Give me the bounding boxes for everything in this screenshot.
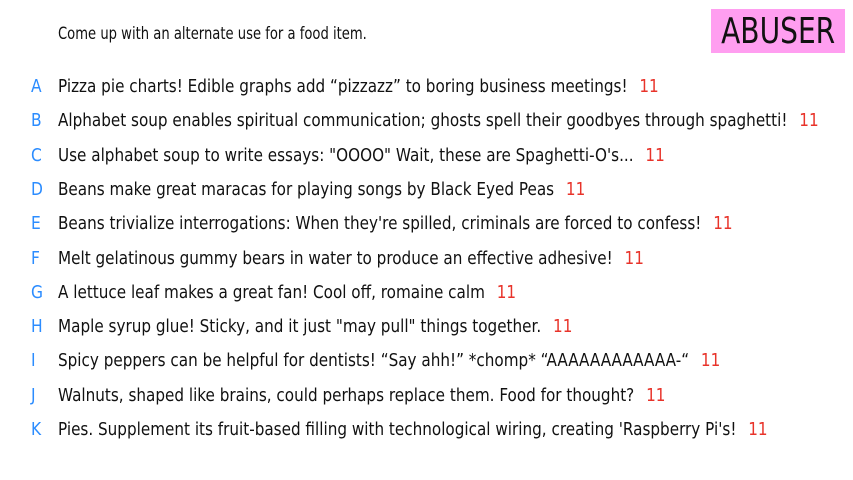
answer-text: Melt gelatinous gummy bears in water to … (58, 247, 613, 269)
answer-letter: G (31, 281, 43, 303)
answer-row-f: F Melt gelatinous gummy bears in water t… (0, 242, 853, 272)
answer-score: 11 (700, 350, 721, 372)
answer-row-k: K Pies. Supplement its fruit-based filli… (0, 413, 853, 443)
answer-letter: D (31, 178, 43, 200)
answer-row-e: E Beans trivialize interrogations: When … (0, 207, 853, 237)
answer-score: 11 (713, 213, 733, 235)
answer-letter: C (31, 144, 42, 166)
answer-score: 11 (639, 76, 659, 97)
answer-text: Alphabet soup enables spiritual communic… (58, 110, 788, 132)
answer-row-g: G A lettuce leaf makes a great fan! Cool… (0, 276, 853, 306)
prompt-text: Come up with an alternate use for a food… (58, 24, 367, 44)
badge-label: ABUSER (720, 10, 836, 52)
answer-row-i: I Spicy peppers can be helpful for denti… (0, 344, 853, 374)
answer-letter: H (31, 316, 43, 338)
answer-score: 11 (646, 384, 666, 406)
answer-text: Pizza pie charts! Edible graphs add “piz… (58, 76, 628, 97)
answer-text: Spicy peppers can be helpful for dentist… (58, 350, 690, 372)
answer-text: Maple syrup glue! Sticky, and it just "m… (58, 316, 542, 338)
answer-score: 11 (624, 247, 644, 269)
answer-score: 11 (496, 281, 517, 303)
answer-score: 11 (645, 144, 665, 166)
answer-letter: K (31, 419, 42, 440)
answer-score: 11 (565, 178, 586, 200)
answer-letter: F (31, 247, 40, 269)
answer-text: Beans trivialize interrogations: When th… (58, 213, 702, 235)
answer-letter: A (31, 76, 42, 97)
answer-text: A lettuce leaf makes a great fan! Cool o… (58, 281, 485, 303)
answer-score: 11 (553, 316, 573, 338)
answer-score: 11 (799, 110, 819, 132)
answer-text: Walnuts, shaped like brains, could perha… (58, 384, 635, 406)
answer-text: Beans make great maracas for playing son… (58, 178, 555, 200)
answer-text: Pies. Supplement its fruit-based filling… (58, 419, 737, 440)
abuser-badge: ABUSER (711, 9, 845, 53)
answer-letter: J (31, 384, 36, 406)
answer-row-a: A Pizza pie charts! Edible graphs add “p… (0, 70, 853, 100)
answer-row-j: J Walnuts, shaped like brains, could per… (0, 379, 853, 409)
answer-letter: I (31, 350, 36, 372)
answer-text: Use alphabet soup to write essays: "OOOO… (58, 144, 634, 166)
answer-score: 11 (748, 419, 768, 440)
answer-letter: B (31, 110, 42, 132)
answer-row-b: B Alphabet soup enables spiritual commun… (0, 104, 853, 134)
answer-row-d: D Beans make great maracas for playing s… (0, 173, 853, 203)
answer-letter: E (31, 213, 41, 235)
answer-row-c: C Use alphabet soup to write essays: "OO… (0, 139, 853, 169)
answer-row-h: H Maple syrup glue! Sticky, and it just … (0, 310, 853, 340)
